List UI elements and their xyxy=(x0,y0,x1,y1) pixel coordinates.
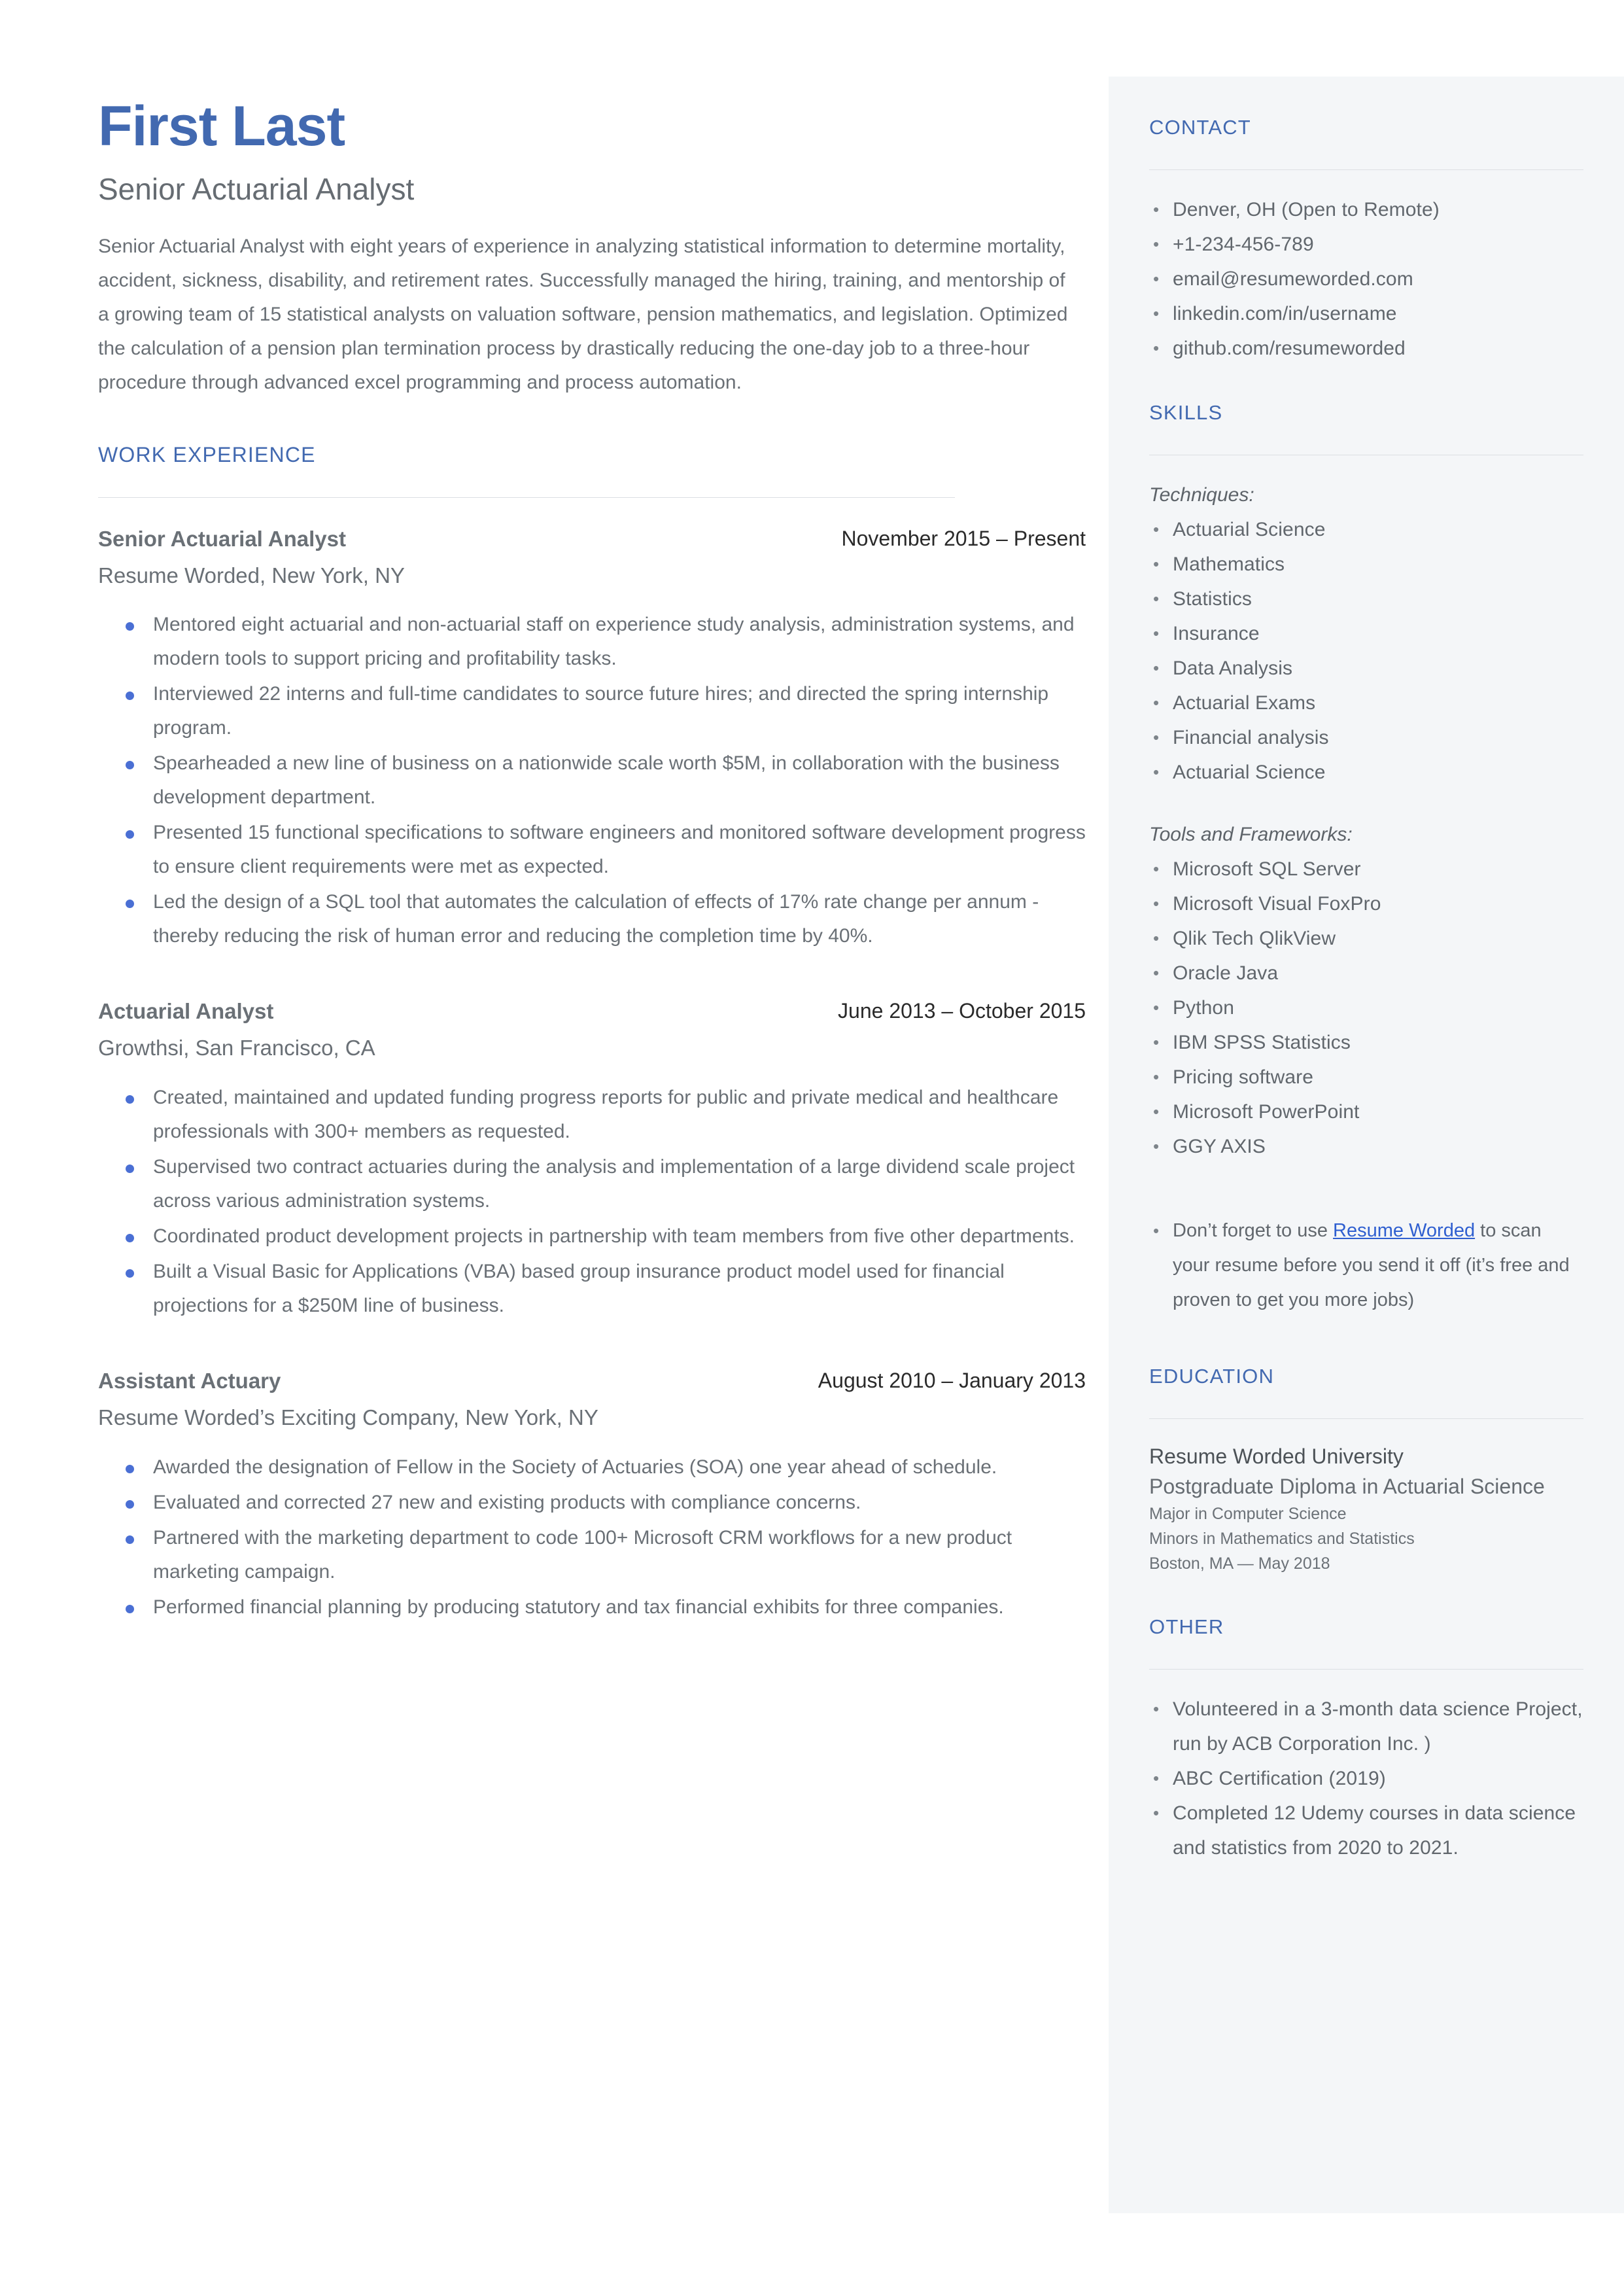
job-entry: Actuarial Analyst June 2013 – October 201… xyxy=(98,999,1086,1323)
job-bullet-list: Created, maintained and updated funding … xyxy=(98,1081,1086,1323)
contact-item: Denver, OH (Open to Remote) xyxy=(1149,192,1583,227)
job-dates: August 2010 – January 2013 xyxy=(818,1369,1086,1393)
sidebar: CONTACT Denver, OH (Open to Remote)+1-23… xyxy=(1109,77,1624,2213)
contact-list: Denver, OH (Open to Remote)+1-234-456-78… xyxy=(1149,192,1583,366)
skill-item: Insurance xyxy=(1149,616,1583,651)
contact-item: +1-234-456-789 xyxy=(1149,227,1583,262)
skill-item: Mathematics xyxy=(1149,547,1583,582)
contact-item: github.com/resumeworded xyxy=(1149,331,1583,366)
job-bullet: Mentored eight actuarial and non-actuari… xyxy=(98,608,1086,676)
promo-note: Don’t forget to use Resume Worded to sca… xyxy=(1149,1214,1583,1318)
education-minors: Minors in Mathematics and Statistics xyxy=(1149,1530,1415,1548)
job-bullet-list: Awarded the designation of Fellow in the… xyxy=(98,1450,1086,1624)
job-header: Assistant Actuary August 2010 – January 2… xyxy=(98,1369,1086,1399)
other-item: ABC Certification (2019) xyxy=(1149,1761,1583,1796)
job-title: Senior Actuarial Analyst xyxy=(98,526,347,551)
job-dates: June 2013 – October 2015 xyxy=(838,999,1086,1023)
education-school: Resume Worded University xyxy=(1149,1445,1404,1468)
job-company: Resume Worded, New York, NY xyxy=(98,563,405,587)
promo-text-before: Don’t forget to use xyxy=(1173,1220,1334,1241)
tools-label: Tools and Frameworks: xyxy=(1149,824,1353,845)
other-item: Completed 12 Udemy courses in data scien… xyxy=(1149,1796,1583,1865)
education-section-heading: EDUCATION xyxy=(1149,1365,1275,1388)
professional-summary: Senior Actuarial Analyst with eight year… xyxy=(98,235,1068,393)
job-bullet: Partnered with the marketing department … xyxy=(98,1521,1086,1589)
tool-item: Qlik Tech QlikView xyxy=(1149,921,1583,956)
other-list: Volunteered in a 3-month data science Pr… xyxy=(1149,1692,1583,1865)
job-bullet: Built a Visual Basic for Applications (V… xyxy=(98,1255,1086,1323)
job-spacer xyxy=(98,1342,1086,1369)
tool-item: Microsoft SQL Server xyxy=(1149,852,1583,886)
job-bullet: Interviewed 22 interns and full-time can… xyxy=(98,677,1086,745)
resume-page: CONTACT Denver, OH (Open to Remote)+1-23… xyxy=(0,0,1624,2295)
job-company: Resume Worded’s Exciting Company, New Yo… xyxy=(98,1405,598,1430)
main-column: First Last Senior Actuarial Analyst Seni… xyxy=(98,98,1086,1644)
other-divider xyxy=(1149,1669,1583,1670)
skill-item: Data Analysis xyxy=(1149,651,1583,686)
job-header: Actuarial Analyst June 2013 – October 201… xyxy=(98,999,1086,1029)
job-bullet: Created, maintained and updated funding … xyxy=(98,1081,1086,1149)
tool-item: GGY AXIS xyxy=(1149,1129,1583,1164)
tool-item: Pricing software xyxy=(1149,1060,1583,1095)
job-bullet: Spearheaded a new line of business on a … xyxy=(98,746,1086,815)
tool-item: Oracle Java xyxy=(1149,956,1583,990)
techniques-label: Techniques: xyxy=(1149,484,1254,506)
skill-item: Actuarial Science xyxy=(1149,755,1583,790)
job-dates: November 2015 – Present xyxy=(841,526,1086,550)
tools-list: Microsoft SQL ServerMicrosoft Visual Fox… xyxy=(1149,852,1583,1164)
tool-item: Microsoft PowerPoint xyxy=(1149,1095,1583,1129)
job-header: Senior Actuarial Analyst November 2015 – … xyxy=(98,527,1086,557)
education-location-date: Boston, MA — May 2018 xyxy=(1149,1554,1330,1573)
contact-item: email@resumeworded.com xyxy=(1149,262,1583,296)
tool-item: Microsoft Visual FoxPro xyxy=(1149,886,1583,921)
education-divider xyxy=(1149,1418,1583,1419)
job-bullet: Awarded the designation of Fellow in the… xyxy=(98,1450,1086,1484)
skill-item: Actuarial Exams xyxy=(1149,686,1583,720)
job-bullet: Supervised two contract actuaries during… xyxy=(98,1150,1086,1218)
resume-worded-link[interactable]: Resume Worded xyxy=(1333,1220,1475,1241)
job-bullet: Performed financial planning by producin… xyxy=(98,1590,1086,1624)
contact-item: linkedin.com/in/username xyxy=(1149,296,1583,331)
other-section-heading: OTHER xyxy=(1149,1615,1224,1638)
education-degree: Postgraduate Diploma in Actuarial Scienc… xyxy=(1149,1475,1545,1498)
work-experience-divider xyxy=(98,497,955,498)
job-bullet-list: Mentored eight actuarial and non-actuari… xyxy=(98,608,1086,953)
skill-item: Actuarial Science xyxy=(1149,512,1583,547)
other-item: Volunteered in a 3-month data science Pr… xyxy=(1149,1692,1583,1761)
education-major: Major in Computer Science xyxy=(1149,1505,1347,1523)
contact-divider xyxy=(1149,169,1583,170)
tool-item: Python xyxy=(1149,990,1583,1025)
job-company: Growthsi, San Francisco, CA xyxy=(98,1036,375,1060)
job-entry: Assistant Actuary August 2010 – January 2… xyxy=(98,1369,1086,1624)
job-bullet: Evaluated and corrected 27 new and exist… xyxy=(98,1486,1086,1520)
job-title: Assistant Actuary xyxy=(98,1369,281,1393)
techniques-list: Actuarial ScienceMathematicsStatisticsIn… xyxy=(1149,512,1583,790)
skills-section-heading: SKILLS xyxy=(1149,401,1223,424)
job-bullet: Presented 15 functional specifications t… xyxy=(98,816,1086,884)
job-role-subtitle: Senior Actuarial Analyst xyxy=(98,172,415,206)
skill-item: Financial analysis xyxy=(1149,720,1583,755)
job-bullet: Led the design of a SQL tool that automa… xyxy=(98,885,1086,953)
skill-item: Statistics xyxy=(1149,582,1583,616)
tool-item: IBM SPSS Statistics xyxy=(1149,1025,1583,1060)
job-title: Actuarial Analyst xyxy=(98,999,274,1024)
work-experience-heading: WORK EXPERIENCE xyxy=(98,442,316,466)
contact-section-heading: CONTACT xyxy=(1149,116,1251,139)
page-title: First Last xyxy=(98,95,345,158)
job-list: Senior Actuarial Analyst November 2015 – … xyxy=(98,527,1086,1625)
job-entry: Senior Actuarial Analyst November 2015 – … xyxy=(98,527,1086,954)
job-bullet: Coordinated product development projects… xyxy=(98,1219,1086,1253)
job-spacer xyxy=(98,973,1086,999)
